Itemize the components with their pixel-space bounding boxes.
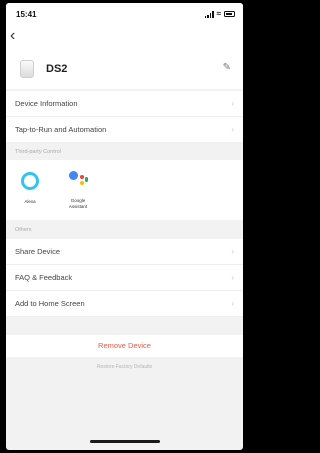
restore-factory-defaults-button[interactable]: Restore Factory Defaults bbox=[6, 364, 243, 370]
others-section-label: Others bbox=[15, 227, 32, 233]
device-information-row[interactable]: Device Information › bbox=[6, 91, 243, 117]
battery-icon bbox=[224, 11, 235, 17]
device-header: DS2 ✎ bbox=[6, 49, 243, 89]
device-name: DS2 bbox=[46, 63, 68, 75]
third-party-section-label: Third-party Control bbox=[15, 149, 61, 155]
add-home-screen-label: Add to Home Screen bbox=[15, 299, 85, 308]
back-button[interactable]: ‹ bbox=[10, 27, 15, 45]
remove-device-button[interactable]: Remove Device bbox=[6, 335, 243, 357]
add-home-screen-row[interactable]: Add to Home Screen › bbox=[6, 291, 243, 317]
alexa-label: Alexa bbox=[24, 199, 36, 204]
home-indicator[interactable] bbox=[90, 440, 160, 443]
status-bar: 15:41 ≈ bbox=[6, 3, 243, 25]
tap-to-run-label: Tap-to-Run and Automation bbox=[15, 125, 107, 134]
nav-bar: ‹ bbox=[6, 25, 243, 49]
third-party-control-panel: Alexa Google Assistant bbox=[6, 160, 243, 220]
google-assistant-label: Google Assistant bbox=[68, 198, 88, 209]
chevron-right-icon: › bbox=[231, 247, 234, 256]
share-device-row[interactable]: Share Device › bbox=[6, 239, 243, 265]
google-assistant-icon bbox=[66, 168, 90, 192]
phone-screen: 15:41 ≈ ‹ DS2 ✎ Device Information › Tap… bbox=[6, 3, 243, 450]
signal-icon bbox=[204, 10, 214, 18]
alexa-item[interactable]: Alexa bbox=[10, 168, 50, 205]
device-information-label: Device Information bbox=[15, 99, 78, 108]
device-thumbnail bbox=[20, 60, 34, 78]
pencil-icon[interactable]: ✎ bbox=[223, 62, 231, 73]
share-device-label: Share Device bbox=[15, 247, 61, 256]
tap-to-run-row[interactable]: Tap-to-Run and Automation › bbox=[6, 117, 243, 143]
chevron-right-icon: › bbox=[231, 299, 234, 308]
faq-feedback-label: FAQ & Feedback bbox=[15, 273, 73, 282]
wifi-icon: ≈ bbox=[216, 9, 221, 18]
alexa-icon bbox=[21, 172, 39, 190]
faq-feedback-row[interactable]: FAQ & Feedback › bbox=[6, 265, 243, 291]
chevron-right-icon: › bbox=[231, 273, 234, 282]
google-assistant-item[interactable]: Google Assistant bbox=[58, 168, 98, 210]
chevron-right-icon: › bbox=[231, 99, 234, 108]
status-time: 15:41 bbox=[16, 9, 37, 19]
chevron-right-icon: › bbox=[231, 125, 234, 134]
status-icons: ≈ bbox=[204, 9, 235, 18]
